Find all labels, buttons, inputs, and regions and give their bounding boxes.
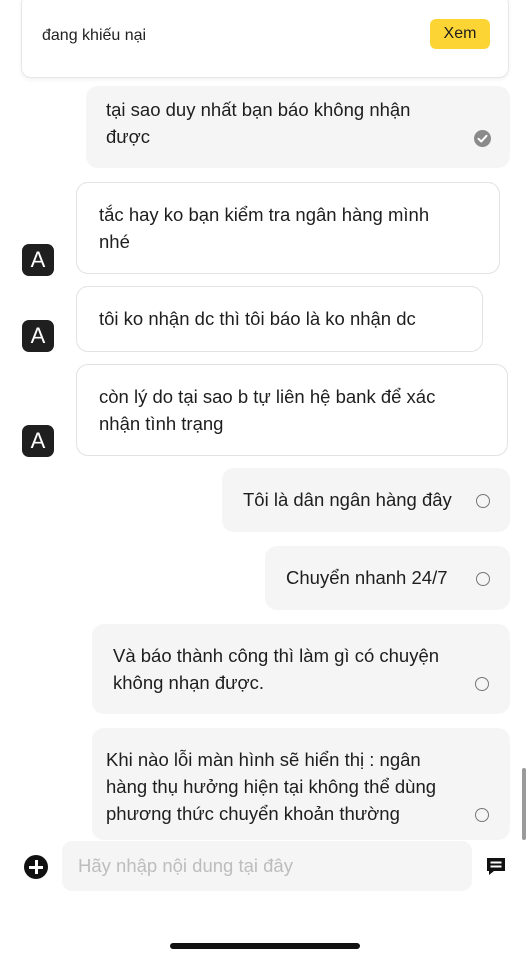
read-check-icon [474,130,491,147]
message-line: nhé [99,231,130,252]
complaint-banner: đang khiếu nại Xem [21,0,509,78]
message-line: hàng thụ hưởng hiện tại không thể dùng [106,776,437,797]
message-line: phương thức chuyển khoản thường [106,803,400,824]
agent-avatar: A [22,425,54,457]
message-bubble-user: Chuyển nhanh 24/7 [265,546,510,610]
agent-avatar: A [22,320,54,352]
complaint-status-text: đang khiếu nại [42,27,147,44]
message-bubble-user: Tôi là dân ngân hàng đây [222,468,510,532]
message-line: không nhạn được. [113,672,265,693]
message-input[interactable] [62,841,472,891]
message-line: tại sao duy nhất bạn báo không nhận [106,99,411,120]
home-indicator [170,943,360,949]
message-line: còn lý do tại sao b tự liên hệ bank để x… [99,386,436,407]
message-bubble-user: Khi nào lỗi màn hình sẽ hiển thị : ngân … [92,728,510,840]
message-bubble-agent: tắc hay ko bạn kiểm tra ngân hàng mình n… [76,182,500,274]
scrollbar[interactable] [522,768,526,840]
message-icon[interactable] [484,855,508,879]
message-line: Tôi là dân ngân hàng đây [243,489,452,510]
plus-circle-icon[interactable] [24,855,48,879]
sent-status-icon [476,494,490,508]
message-line: Và báo thành công thì làm gì có chuyện [113,645,440,666]
view-complaint-button[interactable]: Xem [430,19,490,49]
agent-avatar: A [22,244,54,276]
message-line: Khi nào lỗi màn hình sẽ hiển thị : ngân [106,749,421,770]
message-bubble-agent: tôi ko nhận dc thì tôi báo là ko nhận dc [76,286,483,352]
message-line: tôi ko nhận dc thì tôi báo là ko nhận dc [99,308,416,329]
message-line: Chuyển nhanh 24/7 [286,567,448,588]
message-bubble-user: Và báo thành công thì làm gì có chuyện k… [92,624,510,714]
message-bubble-agent: còn lý do tại sao b tự liên hệ bank để x… [76,364,508,456]
message-line: nhận tình trạng [99,413,224,434]
sent-status-icon [475,808,489,822]
sent-status-icon [476,572,490,586]
sent-status-icon [475,677,489,691]
message-line: tắc hay ko bạn kiểm tra ngân hàng mình [99,204,430,225]
message-bubble-user: tại sao duy nhất bạn báo không nhận được [86,86,510,168]
message-line: được [106,126,151,147]
